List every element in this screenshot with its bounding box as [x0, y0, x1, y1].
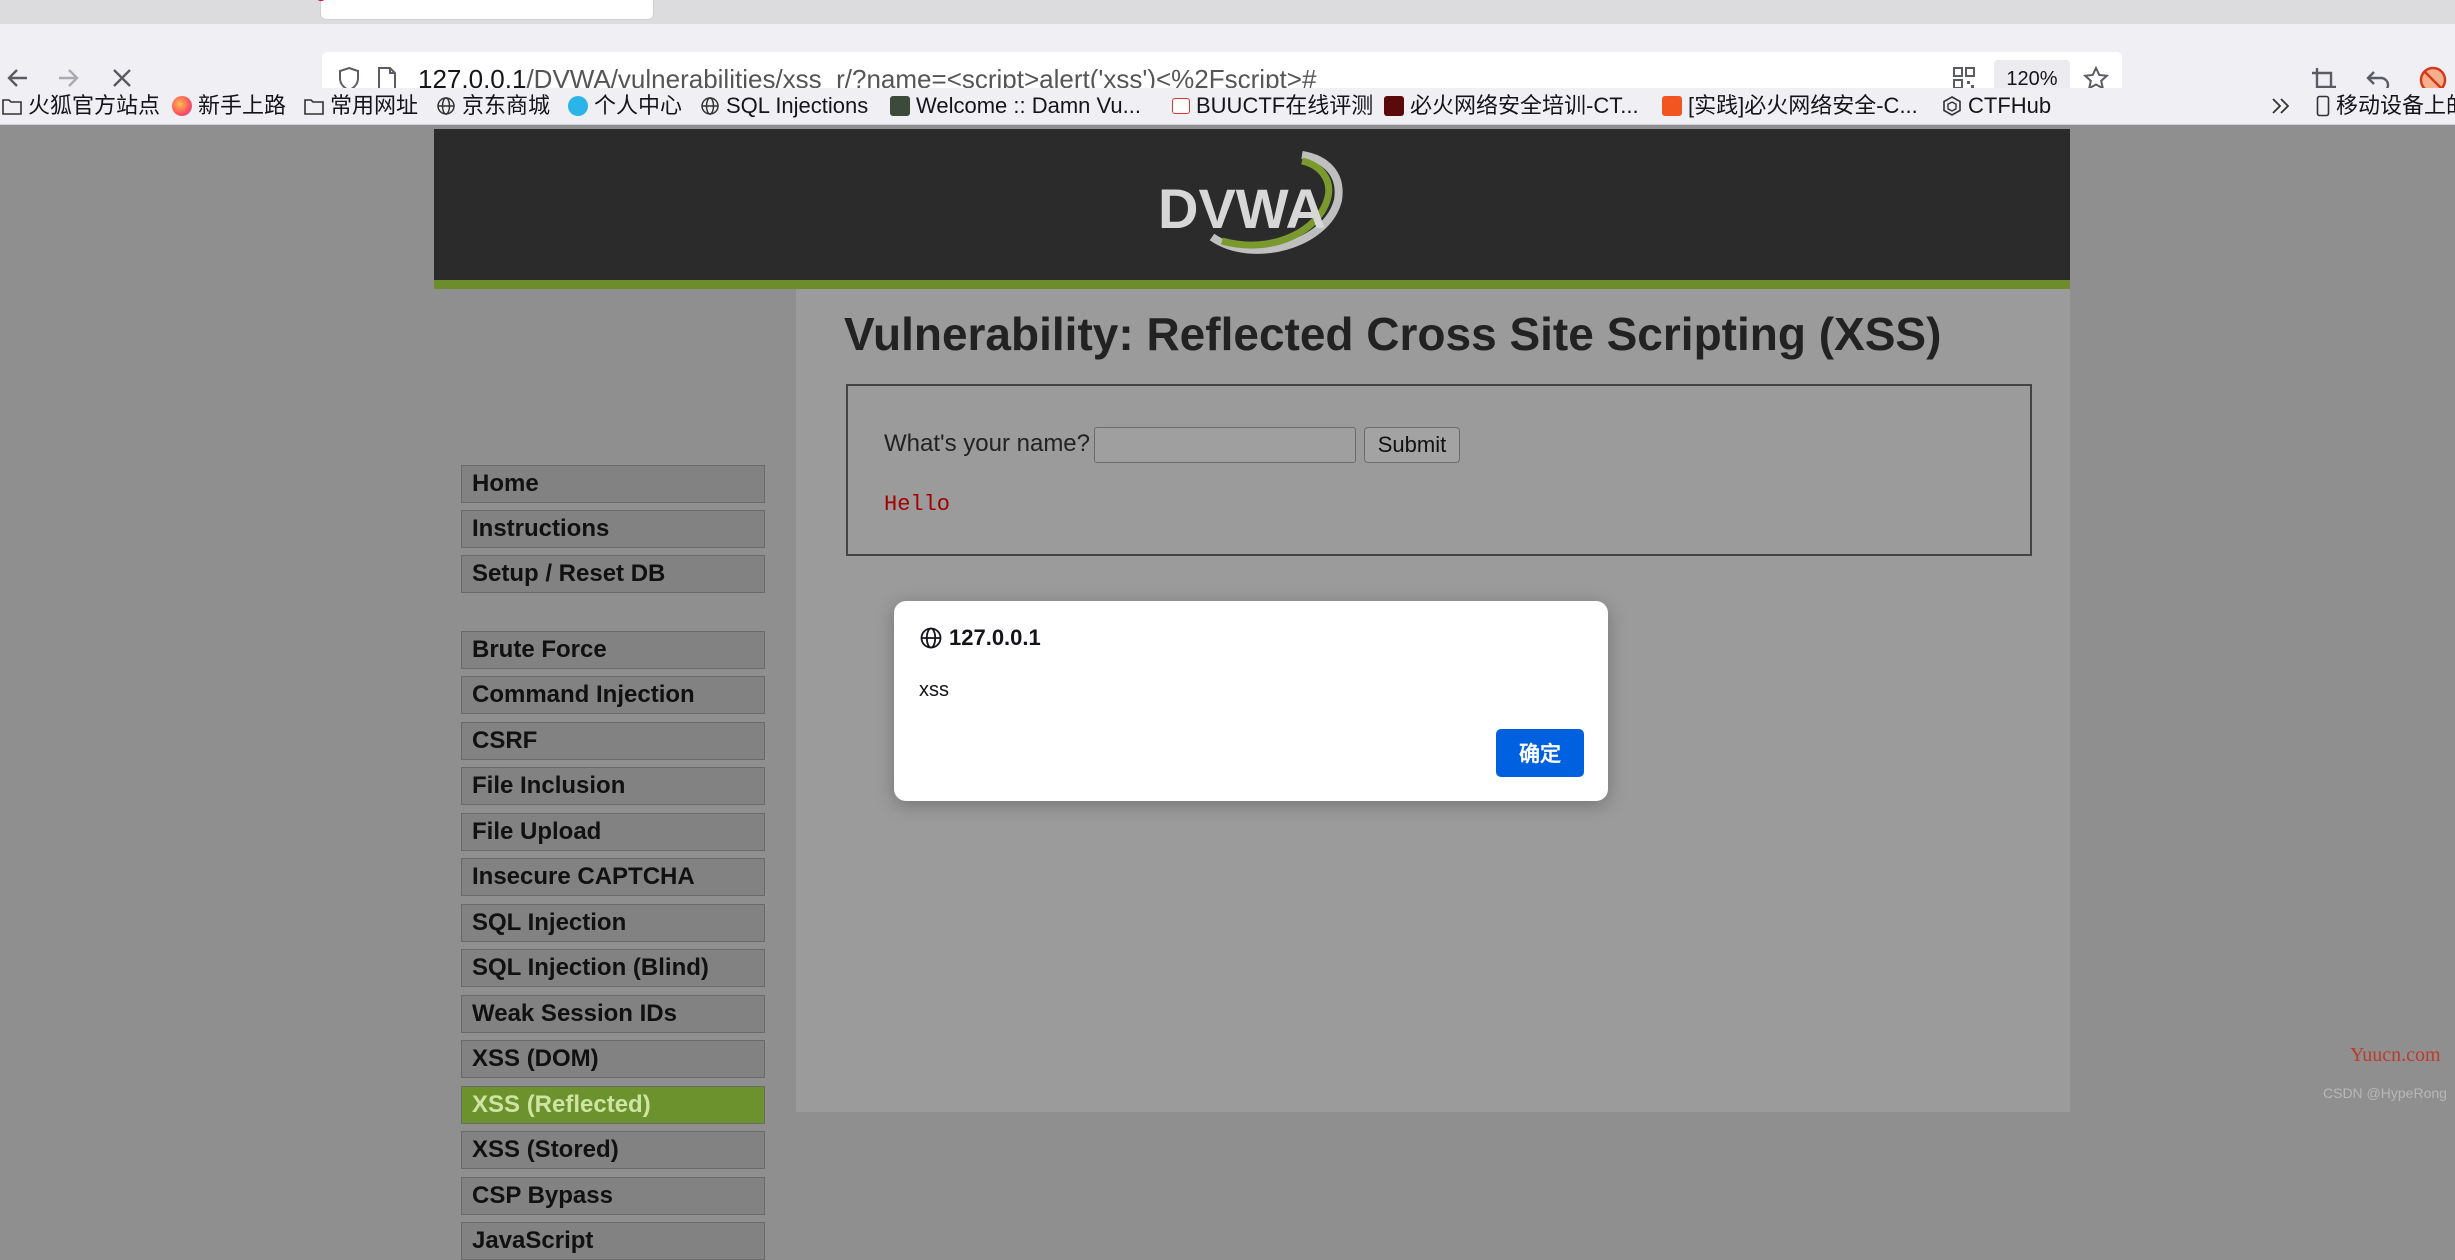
- buuctf-icon: [1172, 98, 1190, 114]
- tab-favicon: [315, 0, 327, 1]
- bookmark-item[interactable]: 新手上路: [172, 88, 286, 124]
- bookmarks-toolbar: 火狐官方站点 新手上路 常用网址 京东商城 个人中心 SQL Injection…: [0, 88, 2455, 125]
- dialog-origin: 127.0.0.1: [949, 625, 1041, 650]
- author-watermark: CSDN @HypeRong: [2323, 1085, 2447, 1101]
- menu-item-sql-injection-blind[interactable]: SQL Injection (Blind): [461, 949, 765, 987]
- bookmark-item[interactable]: [实践]必火网络安全-C...: [1662, 88, 1918, 124]
- sidebar-menu: Home Instructions Setup / Reset DB Brute…: [434, 289, 796, 1260]
- dvwa-icon: [890, 96, 910, 116]
- firefox-icon: [172, 96, 192, 116]
- bookmark-item[interactable]: 火狐官方站点: [2, 88, 160, 124]
- menu-item-xss-reflected[interactable]: XSS (Reflected): [461, 1086, 765, 1124]
- bookmark-item[interactable]: SQL Injections: [700, 88, 868, 124]
- bookmark-item[interactable]: 京东商城: [436, 88, 550, 124]
- bookmark-label: BUUCTF在线评测: [1196, 93, 1374, 118]
- bookmark-label: 火狐官方站点: [28, 93, 161, 118]
- bookmark-item[interactable]: Welcome :: Damn Vu...: [890, 88, 1141, 124]
- name-label: What's your name?: [884, 430, 1091, 457]
- submit-button[interactable]: Submit: [1364, 427, 1460, 463]
- bookmark-label: [实践]必火网络安全-C...: [1688, 93, 1918, 118]
- tab-strip: [0, 0, 2455, 24]
- bookmark-item[interactable]: 必火网络安全培训-CT...: [1384, 88, 1639, 124]
- globe-icon: [920, 627, 942, 649]
- menu-item-xss-stored[interactable]: XSS (Stored): [461, 1131, 765, 1169]
- menu-item-sql-injection[interactable]: SQL Injection: [461, 904, 765, 942]
- dvwa-header: DVWA: [434, 129, 2070, 280]
- bookmark-label: 京东商城: [462, 93, 551, 118]
- dialog-message: xss: [919, 679, 949, 701]
- bookmark-label: CTFHub: [1968, 93, 2052, 118]
- bookmarks-overflow-button[interactable]: [2270, 88, 2292, 124]
- bookmark-label: 常用网址: [330, 93, 419, 118]
- mobile-device-icon: [2316, 95, 2330, 117]
- menu-item-javascript[interactable]: JavaScript: [461, 1222, 765, 1260]
- bookmark-item[interactable]: 常用网址: [304, 88, 418, 124]
- name-input[interactable]: [1094, 427, 1356, 463]
- close-icon: [113, 69, 131, 87]
- menu-item-file-inclusion[interactable]: File Inclusion: [461, 767, 765, 805]
- logo-text: DVWA: [1158, 177, 1326, 240]
- mobile-bookmarks[interactable]: 移动设备上的: [2316, 88, 2455, 124]
- mobile-bookmarks-label: 移动设备上的: [2336, 93, 2455, 118]
- bookmark-label: 新手上路: [198, 93, 287, 118]
- menu-item-command-injection[interactable]: Command Injection: [461, 676, 765, 714]
- reflected-output: Hello: [884, 492, 951, 517]
- ctfhub-icon: [1943, 96, 1961, 116]
- bookmark-item[interactable]: BUUCTF在线评测: [1172, 88, 1373, 124]
- alert-dialog: 127.0.0.1 xss 确定: [894, 601, 1608, 801]
- menu-item-xss-dom[interactable]: XSS (DOM): [461, 1040, 765, 1078]
- xss-form-box: What's your name? Submit Hello: [846, 384, 2032, 556]
- dvwa-logo: DVWA: [1158, 151, 1343, 254]
- header-accent-bar: [434, 280, 2070, 289]
- qr-code-icon[interactable]: [1952, 66, 1976, 90]
- menu-item-file-upload[interactable]: File Upload: [461, 813, 765, 851]
- menu-item-insecure-captcha[interactable]: Insecure CAPTCHA: [461, 858, 765, 896]
- menu-item-home[interactable]: Home: [461, 465, 765, 503]
- bookmark-label: 个人中心: [594, 93, 683, 118]
- bookmark-item[interactable]: CTFHub: [1942, 88, 2051, 124]
- menu-item-brute-force[interactable]: Brute Force: [461, 631, 765, 669]
- menu-item-setup[interactable]: Setup / Reset DB: [461, 555, 765, 593]
- globe-icon: [701, 97, 719, 115]
- menu-item-weak-session-ids[interactable]: Weak Session IDs: [461, 995, 765, 1033]
- menu-item-instructions[interactable]: Instructions: [461, 510, 765, 548]
- bookmark-label: SQL Injections: [726, 93, 869, 118]
- site-watermark: Yuucn.com: [2350, 1044, 2441, 1066]
- page-title: Vulnerability: Reflected Cross Site Scri…: [844, 308, 1942, 360]
- bookmark-label: 必火网络安全培训-CT...: [1410, 93, 1639, 118]
- csdn-icon: [1662, 96, 1682, 116]
- bookmark-item[interactable]: 个人中心: [568, 88, 682, 124]
- menu-item-csp-bypass[interactable]: CSP Bypass: [461, 1177, 765, 1215]
- active-tab[interactable]: [315, 0, 654, 20]
- bihuo-icon: [1384, 96, 1404, 116]
- bookmark-label: Welcome :: Damn Vu...: [916, 93, 1141, 118]
- ok-button[interactable]: 确定: [1496, 729, 1584, 777]
- globe-icon: [437, 97, 455, 115]
- chevron-double-right-icon: [2272, 98, 2290, 114]
- folder-icon: [304, 99, 324, 115]
- folder-icon: [2, 99, 22, 115]
- menu-item-csrf[interactable]: CSRF: [461, 722, 765, 760]
- user-center-icon: [568, 96, 588, 116]
